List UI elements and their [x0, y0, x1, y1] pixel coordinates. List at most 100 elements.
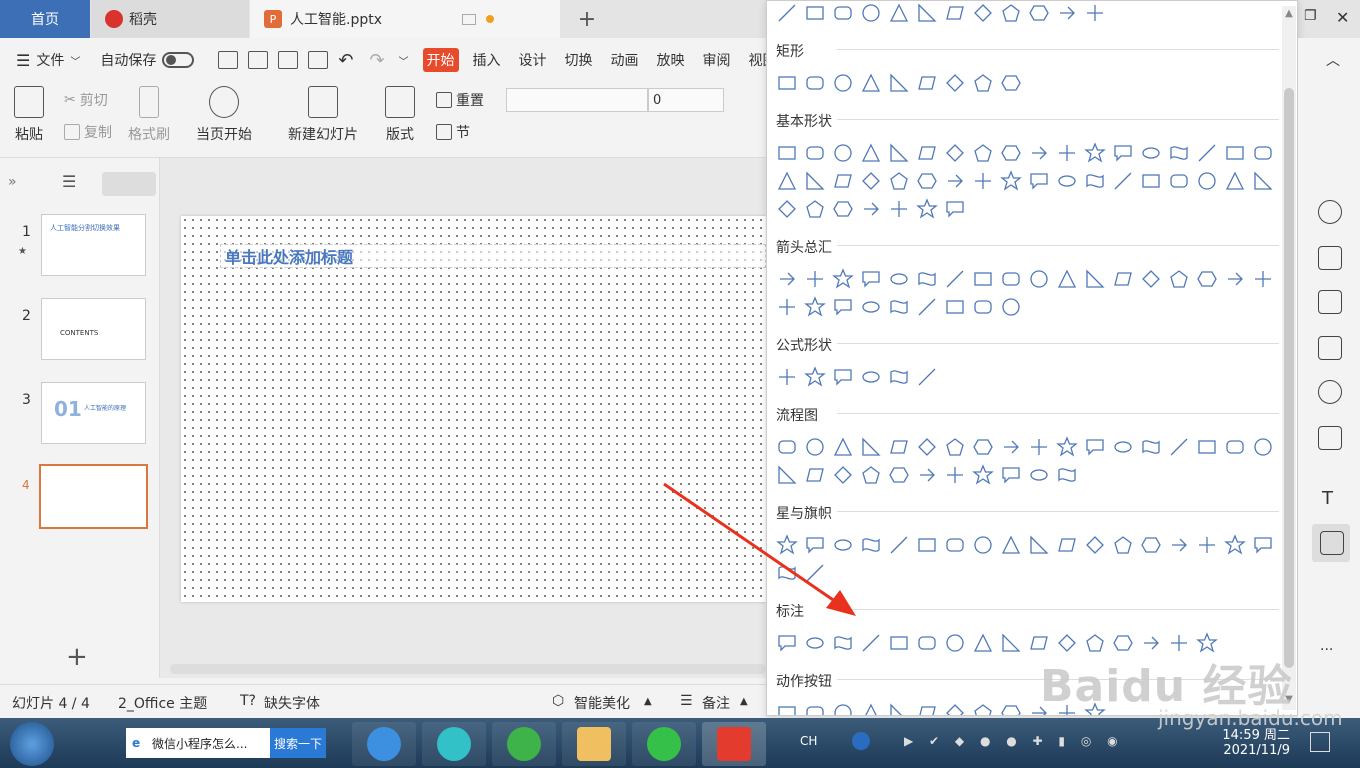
shape-option[interactable] — [773, 531, 801, 559]
shape-option[interactable] — [969, 139, 997, 167]
shape-option[interactable] — [969, 433, 997, 461]
shape-option[interactable] — [913, 293, 941, 321]
shape-option[interactable] — [969, 293, 997, 321]
slide-thumbnail-3[interactable]: 01 人工智能的原理 — [41, 382, 146, 444]
shape-option[interactable] — [969, 629, 997, 657]
adjust-icon[interactable] — [1318, 246, 1342, 270]
shape-option[interactable] — [773, 265, 801, 293]
shape-option[interactable] — [885, 265, 913, 293]
shape-option[interactable] — [801, 167, 829, 195]
shape-option[interactable] — [997, 699, 1025, 715]
shape-option[interactable] — [969, 265, 997, 293]
shape-option[interactable] — [1025, 461, 1053, 489]
shape-option[interactable] — [801, 363, 829, 391]
shape-option[interactable] — [773, 69, 801, 97]
shape-option[interactable] — [857, 265, 885, 293]
slide-thumbnail-1[interactable]: 人工智能分割切换效果 — [41, 214, 146, 276]
shape-option[interactable] — [829, 363, 857, 391]
shape-option[interactable] — [1249, 433, 1277, 461]
text-icon[interactable]: T — [1322, 488, 1333, 509]
shape-option[interactable] — [885, 699, 913, 715]
shape-option[interactable] — [941, 1, 969, 27]
shape-option[interactable] — [801, 461, 829, 489]
shape-option[interactable] — [997, 461, 1025, 489]
shape-option[interactable] — [801, 265, 829, 293]
shape-option[interactable] — [801, 699, 829, 715]
browser-app[interactable] — [492, 722, 556, 766]
shape-option[interactable] — [829, 265, 857, 293]
shape-option[interactable] — [829, 629, 857, 657]
shape-option[interactable] — [913, 461, 941, 489]
shape-option[interactable] — [1025, 265, 1053, 293]
slide-thumbnail-2[interactable]: CONTENTS — [41, 298, 146, 360]
shape-option[interactable] — [913, 699, 941, 715]
tab-home[interactable]: 首页 — [0, 0, 90, 38]
shape-option[interactable] — [913, 195, 941, 223]
new-tab-button[interactable]: + — [570, 0, 604, 38]
help-icon[interactable] — [1318, 380, 1342, 404]
shape-option[interactable] — [1081, 1, 1109, 27]
slide-thumbnail-4[interactable] — [39, 464, 148, 529]
shape-option[interactable] — [1165, 265, 1193, 293]
expand-pane-icon[interactable]: » — [8, 174, 17, 190]
title-placeholder[interactable]: 单击此处添加标题 — [220, 244, 766, 268]
shape-option[interactable] — [857, 1, 885, 27]
shape-option[interactable] — [997, 531, 1025, 559]
shape-option[interactable] — [1249, 531, 1277, 559]
shape-option[interactable] — [941, 629, 969, 657]
object-icon[interactable] — [1320, 531, 1344, 555]
shape-option[interactable] — [1109, 433, 1137, 461]
shape-option[interactable] — [969, 699, 997, 715]
shape-option[interactable] — [829, 433, 857, 461]
shape-option[interactable] — [885, 293, 913, 321]
360-app[interactable] — [422, 722, 486, 766]
section-button[interactable]: 节 — [436, 122, 470, 142]
shape-option[interactable] — [1137, 167, 1165, 195]
copy-button[interactable]: 复制 — [64, 122, 112, 142]
shape-option[interactable] — [1053, 531, 1081, 559]
shape-option[interactable] — [885, 629, 913, 657]
collapse-ribbon-icon[interactable]: ︿ — [1326, 50, 1340, 70]
shape-option[interactable] — [857, 195, 885, 223]
shape-option[interactable] — [857, 167, 885, 195]
shape-option[interactable] — [997, 629, 1025, 657]
shape-option[interactable] — [829, 195, 857, 223]
shape-option[interactable] — [1053, 1, 1081, 27]
font-size-combo[interactable]: 0 — [648, 88, 724, 112]
shape-option[interactable] — [829, 1, 857, 27]
shape-option[interactable] — [1053, 461, 1081, 489]
shape-option[interactable] — [997, 69, 1025, 97]
font-name-combo[interactable] — [506, 88, 648, 112]
scroll-up-icon[interactable]: ▲ — [1282, 8, 1296, 22]
shape-option[interactable] — [941, 195, 969, 223]
notes-button[interactable]: 备注 — [702, 693, 730, 713]
shape-option[interactable] — [913, 433, 941, 461]
shape-option[interactable] — [913, 363, 941, 391]
tab-document[interactable]: P 人工智能.pptx — [250, 0, 560, 38]
shape-option[interactable] — [857, 139, 885, 167]
tab-slideshow[interactable]: 放映 — [653, 48, 689, 72]
slide-editor[interactable] — [181, 216, 766, 602]
shape-option[interactable] — [913, 139, 941, 167]
shape-option[interactable] — [1025, 1, 1053, 27]
shape-option[interactable] — [969, 531, 997, 559]
shape-option[interactable] — [857, 699, 885, 715]
assistant-icon[interactable] — [1318, 426, 1342, 450]
shape-option[interactable] — [829, 461, 857, 489]
export-pdf-icon[interactable] — [248, 51, 269, 69]
shape-option[interactable] — [1137, 433, 1165, 461]
shape-option[interactable] — [801, 531, 829, 559]
shape-option[interactable] — [997, 167, 1025, 195]
shape-option[interactable] — [969, 69, 997, 97]
shape-option[interactable] — [801, 433, 829, 461]
shape-option[interactable] — [829, 699, 857, 715]
shape-option[interactable] — [1081, 531, 1109, 559]
shape-option[interactable] — [1165, 139, 1193, 167]
shape-option[interactable] — [1193, 167, 1221, 195]
shape-option[interactable] — [857, 629, 885, 657]
chevron-up-icon[interactable]: ▲ — [644, 696, 652, 707]
shape-option[interactable] — [1081, 433, 1109, 461]
shape-option[interactable] — [913, 1, 941, 27]
tab-review[interactable]: 审阅 — [699, 48, 735, 72]
slide-view-icon[interactable] — [102, 172, 156, 196]
